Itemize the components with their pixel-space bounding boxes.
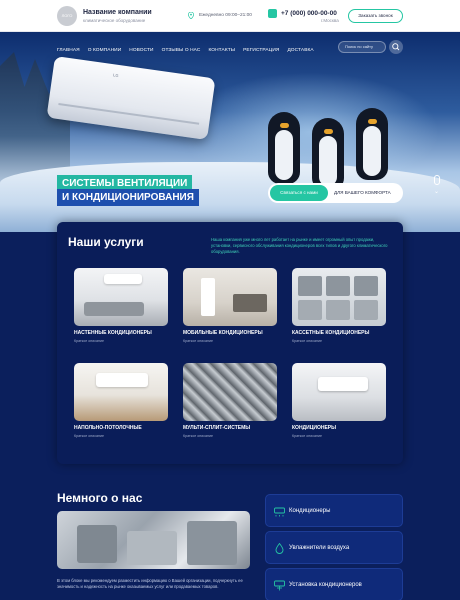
hero-headline-line-2: И КОНДИЦИОНИРОВАНИЯ bbox=[57, 189, 199, 206]
nav-item-home[interactable]: ГЛАВНАЯ bbox=[57, 48, 80, 53]
hero-cta-group: Связаться с нами ДЛЯ ВАШЕГО КОМФОРТА bbox=[268, 183, 403, 203]
phone-number[interactable]: +7 (000) 000-00-00 bbox=[281, 10, 337, 17]
callback-button[interactable]: Заказать звонок bbox=[348, 9, 403, 23]
phone-icon bbox=[268, 9, 277, 18]
company-logo[interactable]: ЛОГО bbox=[57, 6, 77, 26]
air-conditioner-image: LG bbox=[46, 56, 216, 140]
company-subtitle: климатическое оборудование bbox=[83, 18, 146, 23]
hero-cta-text: ДЛЯ ВАШЕГО КОМФОРТА bbox=[334, 190, 391, 195]
hero-banner: ГЛАВНАЯ О КОМПАНИИ НОВОСТИ ОТЗЫВЫ О НАС … bbox=[0, 32, 460, 232]
nav-item-reviews[interactable]: ОТЗЫВЫ О НАС bbox=[162, 48, 201, 53]
search-button[interactable] bbox=[389, 40, 403, 54]
services-title: Наши услуги bbox=[68, 235, 144, 249]
nav-item-about[interactable]: О КОМПАНИИ bbox=[88, 48, 122, 53]
service-card-title: НАСТЕННЫЕ КОНДИЦИОНЕРЫ bbox=[74, 330, 152, 336]
service-card-subtitle: Краткое описание bbox=[292, 339, 323, 343]
category-installation[interactable]: Установка кондиционеров bbox=[265, 568, 403, 600]
nav-item-news[interactable]: НОВОСТИ bbox=[129, 48, 153, 53]
top-bar: ЛОГО Название компании климатическое обо… bbox=[0, 0, 460, 32]
service-card-title: НАПОЛЬНО-ПОТОЛОЧНЫЕ bbox=[74, 425, 142, 431]
working-hours: Ежедневно 09:00–21:00 bbox=[199, 13, 252, 18]
search-input[interactable]: Поиск по сайту bbox=[338, 41, 386, 53]
service-card-title: КОНДИЦИОНЕРЫ bbox=[292, 425, 337, 431]
about-image bbox=[57, 511, 250, 569]
services-section: Наши услуги Наша компания уже много лет … bbox=[57, 222, 403, 464]
category-label: Кондиционеры bbox=[289, 508, 331, 514]
scroll-mouse-icon[interactable] bbox=[434, 175, 440, 185]
service-card-subtitle: Краткое описание bbox=[74, 339, 105, 343]
category-label: Установка кондиционеров bbox=[289, 582, 362, 588]
wall-ac-room-image bbox=[74, 268, 168, 326]
service-card-title: МОБИЛЬНЫЕ КОНДИЦИОНЕРЫ bbox=[183, 330, 263, 336]
penguin-image bbox=[312, 118, 344, 190]
ac-unit-image bbox=[292, 363, 386, 421]
search-icon bbox=[392, 43, 400, 51]
about-title: Немного о нас bbox=[57, 491, 143, 505]
contact-us-button[interactable]: Связаться с нами bbox=[270, 185, 328, 201]
chevron-down-icon[interactable]: ⌄ bbox=[434, 189, 440, 195]
humidifier-icon bbox=[275, 543, 284, 554]
penguin-image bbox=[356, 108, 388, 180]
category-label: Увлажнители воздуха bbox=[289, 545, 350, 551]
service-card-subtitle: Краткое описание bbox=[183, 339, 214, 343]
cassette-ac-units-image bbox=[292, 268, 386, 326]
city-label: г.Москва bbox=[321, 18, 339, 23]
ac-brand-logo: LG bbox=[112, 72, 119, 79]
ac-vent bbox=[58, 102, 200, 125]
location-pin-icon bbox=[188, 12, 194, 19]
company-name: Название компании bbox=[83, 9, 152, 16]
nav-item-contacts[interactable]: КОНТАКТЫ bbox=[208, 48, 235, 53]
service-card-title: МУЛЬТИ-СПЛИТ-СИСТЕМЫ bbox=[183, 425, 251, 431]
service-card-subtitle: Краткое описание bbox=[183, 434, 214, 438]
air-conditioner-icon bbox=[274, 507, 285, 517]
multi-split-ducts-image bbox=[183, 363, 277, 421]
category-humidifiers[interactable]: Увлажнители воздуха bbox=[265, 531, 403, 564]
category-air-conditioners[interactable]: Кондиционеры bbox=[265, 494, 403, 527]
service-card-subtitle: Краткое описание bbox=[74, 434, 105, 438]
service-card-title: КАССЕТНЫЕ КОНДИЦИОНЕРЫ bbox=[292, 330, 370, 336]
services-description: Наша компания уже много лет работает на … bbox=[211, 237, 388, 254]
nav-item-delivery[interactable]: ДОСТАВКА bbox=[287, 48, 313, 53]
service-card-subtitle: Краткое описание bbox=[292, 434, 323, 438]
nav-item-registration[interactable]: РЕГИСТРАЦИЯ bbox=[243, 48, 279, 53]
about-text: В этом блоке мы рекомендуем разместить и… bbox=[57, 578, 243, 589]
main-nav: ГЛАВНАЯ О КОМПАНИИ НОВОСТИ ОТЗЫВЫ О НАС … bbox=[57, 43, 322, 57]
penguin-image bbox=[268, 112, 300, 184]
floor-ceiling-ac-image bbox=[74, 363, 168, 421]
mobile-ac-image bbox=[183, 268, 277, 326]
installation-icon bbox=[274, 580, 285, 591]
